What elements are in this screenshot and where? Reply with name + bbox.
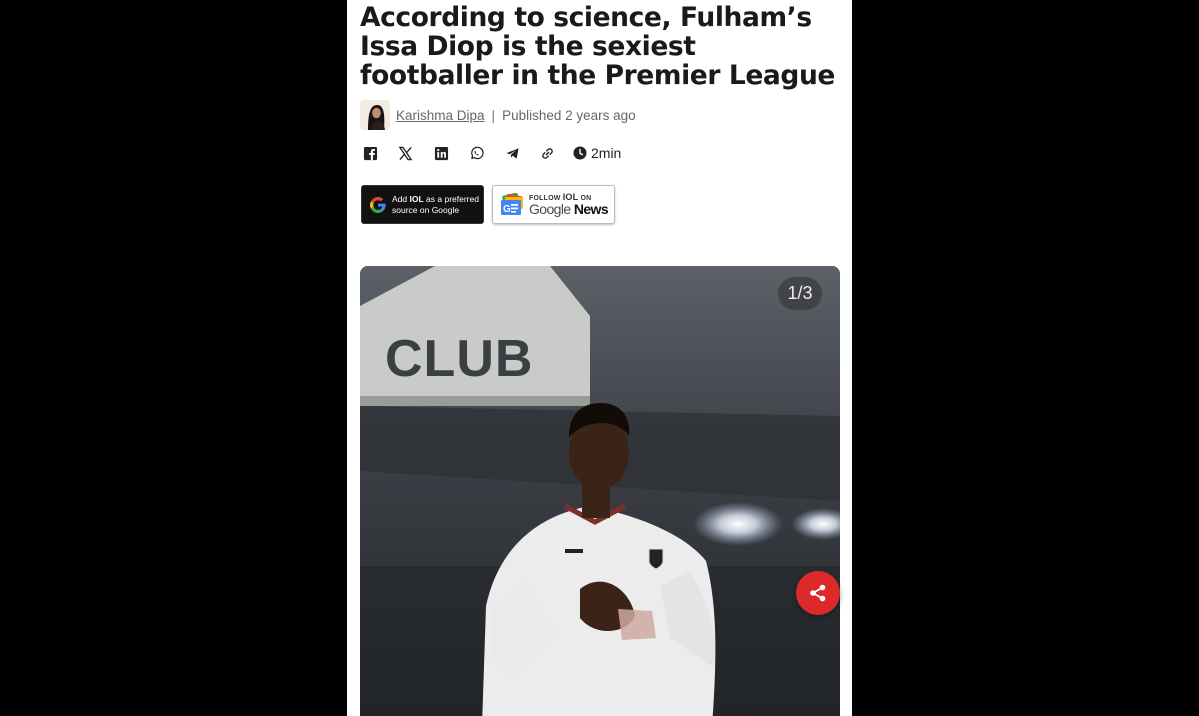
article-page: According to science, Fulham’s Issa Diop…	[347, 0, 852, 716]
gallery-image[interactable]: CLUB 1/3	[360, 266, 840, 716]
preferred-brand: IOL	[409, 193, 424, 204]
preferred-source-text: Add IOL as a preferred source on Google	[392, 194, 479, 216]
facebook-icon[interactable]	[360, 143, 380, 163]
clock-icon	[573, 146, 587, 160]
stadium-sign: CLUB	[385, 330, 534, 388]
article-headline: According to science, Fulham’s Issa Diop…	[360, 2, 835, 91]
author-link[interactable]: Karishma Dipa	[396, 108, 485, 123]
whatsapp-icon[interactable]	[467, 143, 487, 163]
preferred-add: Add	[392, 193, 408, 204]
share-fab-button[interactable]	[796, 571, 840, 615]
gn-google: Google	[529, 201, 571, 217]
read-time-label: 2min	[591, 145, 622, 161]
google-news-text: FOLLOW IOL ON Google News	[529, 192, 609, 217]
google-g-icon	[370, 196, 386, 213]
x-icon[interactable]	[396, 143, 416, 163]
svg-text:G: G	[503, 204, 511, 215]
preferred-source-button[interactable]: Add IOL as a preferred source on Google	[361, 185, 484, 224]
byline-separator: |	[491, 107, 496, 123]
share-bar: 2min	[360, 143, 621, 163]
byline: Karishma Dipa | Published 2 years ago	[360, 100, 636, 130]
linkedin-icon[interactable]	[431, 143, 451, 163]
read-time: 2min	[573, 145, 621, 161]
preferred-rest: as a preferred	[426, 193, 479, 204]
share-icon	[810, 584, 826, 602]
google-news-icon: G	[501, 192, 523, 215]
telegram-icon[interactable]	[502, 143, 522, 163]
author-avatar[interactable]	[360, 100, 390, 130]
gn-news: News	[573, 201, 609, 217]
google-news-follow-button[interactable]: G FOLLOW IOL ON Google News	[492, 185, 615, 224]
link-icon[interactable]	[538, 143, 558, 163]
preferred-line2: source on Google	[392, 204, 460, 215]
published-date: Published 2 years ago	[502, 107, 636, 123]
gallery-counter: 1/3	[778, 277, 822, 310]
